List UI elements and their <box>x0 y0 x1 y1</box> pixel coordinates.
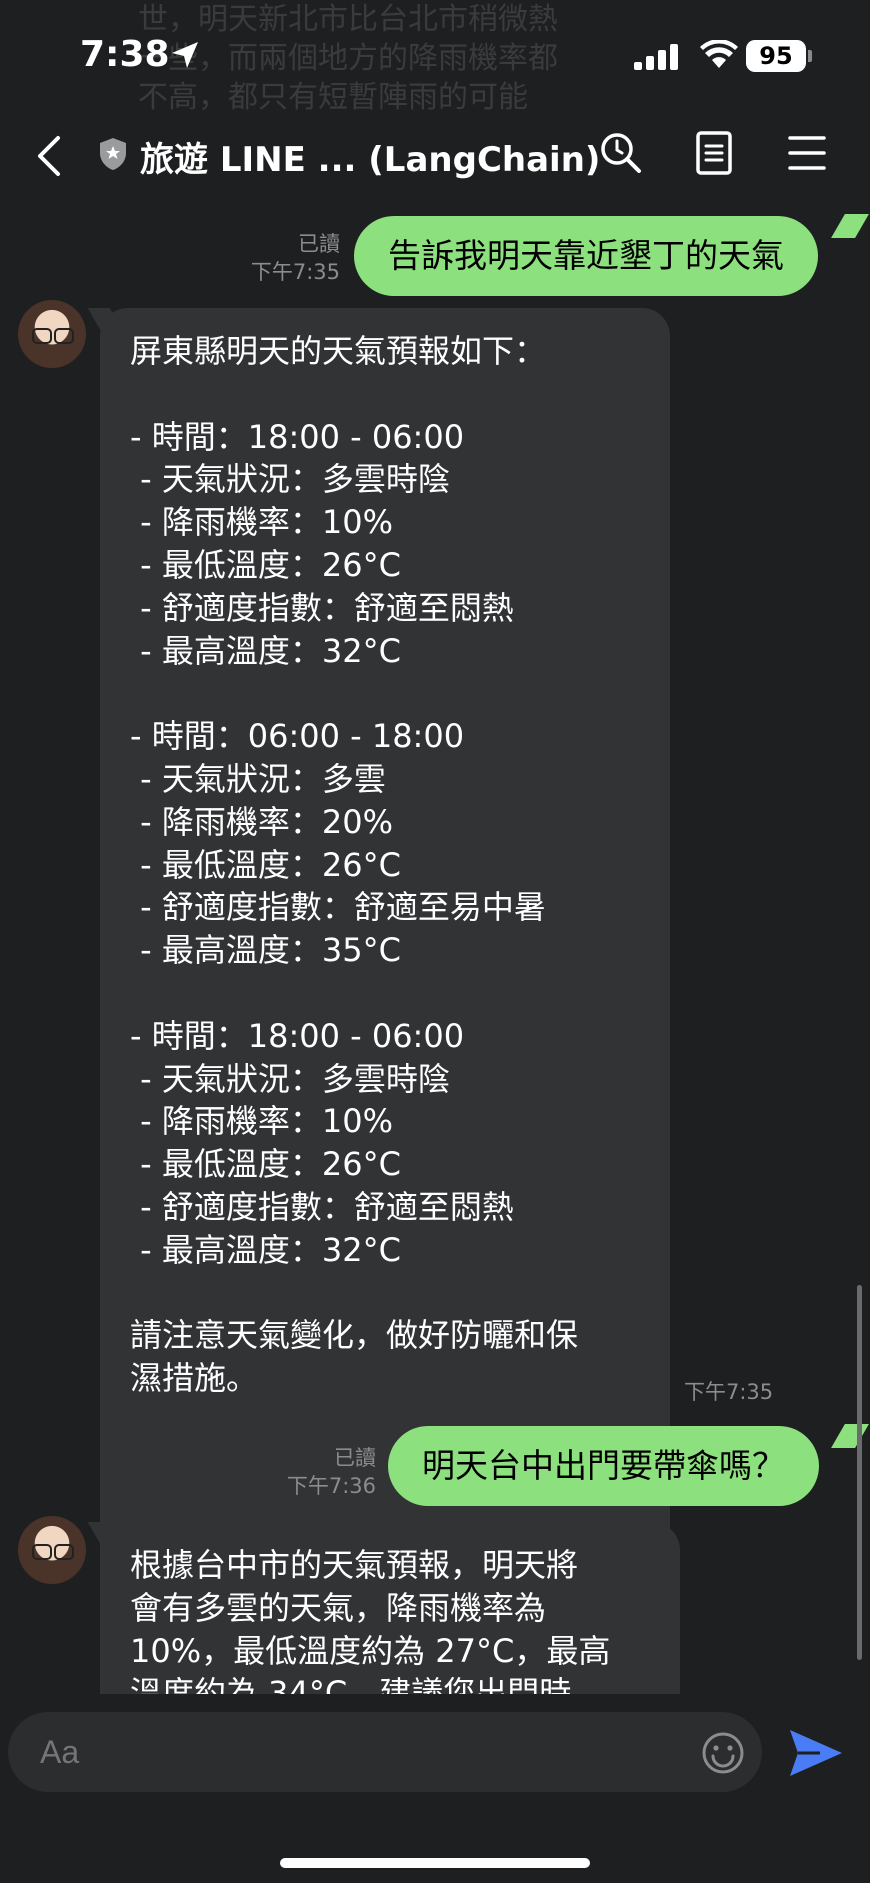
outgoing-message-bubble[interactable]: 告訴我明天靠近墾丁的天氣 <box>354 216 818 296</box>
search-icon[interactable] <box>598 130 644 176</box>
location-arrow-icon <box>172 42 198 68</box>
scrollbar[interactable] <box>857 1285 862 1660</box>
avatar-glasses-right <box>54 328 74 344</box>
avatar-glasses-left <box>32 1544 52 1560</box>
message-time: 下午7:36 <box>286 1474 376 1498</box>
status-bar: 7:38 95 <box>0 0 870 115</box>
emoji-icon[interactable] <box>700 1730 746 1776</box>
read-receipt: 已讀 下午7:36 <box>276 1444 376 1500</box>
avatar[interactable] <box>18 1516 86 1584</box>
outgoing-message-bubble[interactable]: 明天台中出門要帶傘嗎？ <box>388 1426 819 1506</box>
message-input[interactable] <box>8 1712 762 1792</box>
avatar-glasses-right <box>54 1544 74 1560</box>
avatar[interactable] <box>18 300 86 368</box>
bubble-tail <box>831 214 869 238</box>
message-time: 下午7:35 <box>250 260 340 284</box>
read-receipt: 已讀 下午7:35 <box>240 230 340 286</box>
notes-icon[interactable] <box>694 130 734 176</box>
read-label: 已讀 <box>298 232 340 256</box>
status-time: 7:38 <box>80 34 170 75</box>
back-icon[interactable] <box>34 134 64 178</box>
signal-icon <box>634 44 678 70</box>
chat-title[interactable]: 旅遊 LINE ... (LangChain) <box>140 132 600 181</box>
battery-indicator: 95 <box>746 40 806 72</box>
shield-icon <box>100 138 126 170</box>
battery-tip <box>808 50 812 62</box>
chat-header: 旅遊 LINE ... (LangChain) <box>0 120 870 192</box>
read-label: 已讀 <box>334 1446 376 1470</box>
wifi-icon <box>700 40 738 68</box>
send-icon[interactable] <box>786 1726 846 1780</box>
avatar-glasses-left <box>32 328 52 344</box>
bubble-tail <box>831 1424 869 1448</box>
message-input-bar <box>0 1694 870 1883</box>
menu-icon[interactable] <box>786 130 828 176</box>
home-indicator[interactable] <box>280 1858 590 1868</box>
incoming-message-bubble[interactable]: 屏東縣明天的天氣預報如下： - 時間：18:00 - 06:00 - 天氣狀況：… <box>100 308 670 1608</box>
message-time: 下午7:35 <box>684 1380 774 1404</box>
